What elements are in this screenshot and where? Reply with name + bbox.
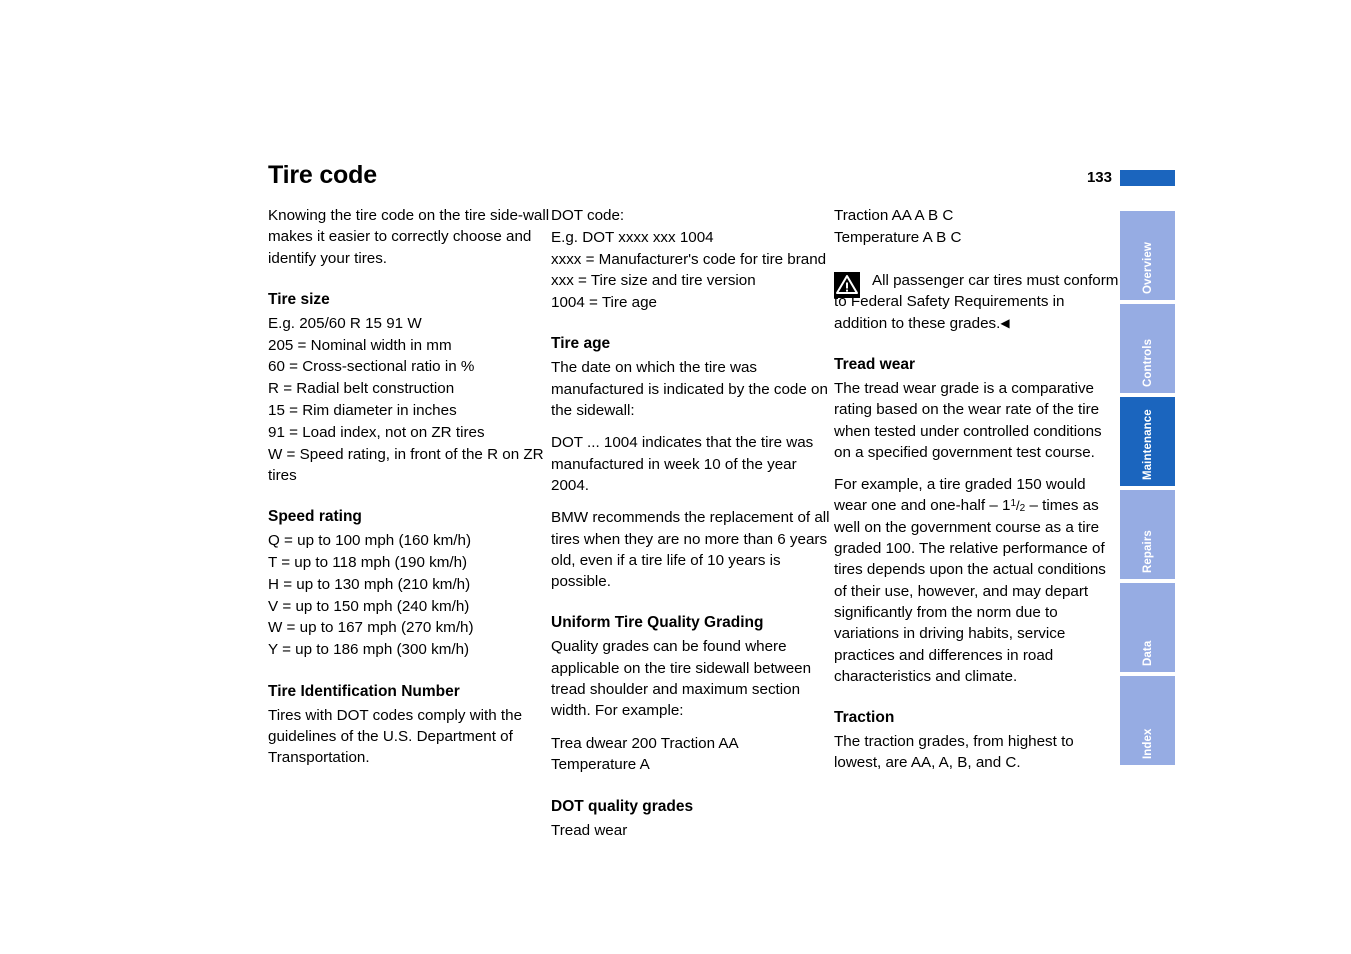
note-end-marker-icon: ◀ [1000, 315, 1010, 330]
utqg-example-line: Trea dwear 200 Traction AA [551, 734, 739, 752]
dot-code-line: xxxx = Manufacturer's code for tire bran… [551, 250, 827, 268]
content-column-1: Knowing the tire code on the tire side-w… [268, 205, 555, 768]
section-tab-rail: Overview Controls Maintenance Repairs Da… [1120, 211, 1175, 769]
intro-paragraph: Knowing the tire code on the tire side-w… [268, 207, 550, 267]
speed-rating-line: Y = up to 186 mph (300 km/h) [268, 641, 470, 659]
tab-overview-label: Overview [1141, 242, 1154, 294]
tab-maintenance[interactable]: Maintenance [1120, 397, 1175, 486]
heading-tire-identification-number: Tire Identification Number [268, 682, 460, 700]
tread-wear-text-after-fraction: – times as well on the government course… [834, 497, 1106, 685]
page-number: 133 [1086, 169, 1112, 186]
grades-line: Traction AA A B C [834, 207, 954, 224]
utqg-paragraph: Quality grades can be found where applic… [551, 638, 812, 720]
heading-tire-age: Tire age [551, 335, 611, 353]
tab-overview[interactable]: Overview [1120, 211, 1175, 300]
heading-dot-quality-grades: DOT quality grades [551, 797, 694, 815]
tab-repairs-label: Repairs [1141, 530, 1154, 573]
tab-index-label: Index [1141, 728, 1154, 759]
heading-tire-size: Tire size [268, 290, 330, 308]
warning-note-text: All passenger car tires must conform to … [834, 270, 1121, 334]
heading-speed-rating: Speed rating [268, 508, 362, 526]
warning-triangle-icon [834, 272, 860, 299]
tire-age-paragraph: BMW recommends the replacement of all ti… [551, 509, 830, 591]
dot-code-line: xxx = Tire size and tire version [551, 272, 756, 290]
speed-rating-line: V = up to 150 mph (240 km/h) [268, 597, 470, 615]
dot-quality-grades-line: Tread wear [551, 821, 628, 839]
speed-rating-line: H = up to 130 mph (210 km/h) [268, 575, 471, 593]
manual-page: Tire code 133 Knowing the tire code on t… [0, 0, 1351, 954]
tire-age-paragraph: DOT ... 1004 indicates that the tire was… [551, 434, 814, 494]
tire-size-line: W = Speed rating, in front of the R on Z… [268, 445, 544, 484]
page-number-accent-bar [1120, 170, 1175, 186]
heading-tread-wear: Tread wear [834, 355, 915, 373]
warning-note: All passenger car tires must conform to … [834, 270, 1121, 334]
dot-code-line: E.g. DOT xxxx xxx 1004 [551, 228, 714, 246]
fraction-denominator: 2 [1019, 503, 1026, 515]
tire-age-paragraph: The date on which the tire was manufactu… [551, 359, 828, 420]
content-column-2: DOT code: E.g. DOT xxxx xxx 1004 xxxx = … [551, 205, 838, 841]
tab-data[interactable]: Data [1120, 583, 1175, 672]
tread-wear-paragraph: The tread wear grade is a comparative ra… [834, 379, 1102, 461]
speed-rating-line: T = up to 118 mph (190 km/h) [268, 554, 468, 572]
tab-maintenance-label: Maintenance [1141, 409, 1154, 480]
content-column-3: Traction AA A B C Temperature A B C All … [834, 205, 1121, 774]
tab-repairs[interactable]: Repairs [1120, 490, 1175, 579]
dot-code-line: 1004 = Tire age [551, 294, 657, 312]
tab-data-label: Data [1141, 640, 1154, 666]
page-title: Tire code [268, 161, 377, 189]
warning-note-body: All passenger car tires must conform to … [834, 272, 1119, 332]
tire-size-line: R = Radial belt construction [268, 380, 455, 398]
tread-wear-paragraph-with-fraction: For example, a tire graded 150 would wea… [834, 474, 1121, 687]
one-half-fraction: 1/2 [1010, 495, 1025, 516]
heading-traction: Traction [834, 709, 895, 727]
tire-size-line: 91 = Load index, not on ZR tires [268, 423, 485, 441]
heading-uniform-tire-quality-grading: Uniform Tire Quality Grading [551, 614, 764, 632]
tab-controls-label: Controls [1141, 338, 1154, 387]
dot-code-line: DOT code: [551, 207, 625, 224]
traction-body: The traction grades, from highest to low… [834, 733, 1074, 772]
tire-size-line: E.g. 205/60 R 15 91 W [268, 314, 422, 332]
speed-rating-line: Q = up to 100 mph (160 km/h) [268, 532, 472, 550]
speed-rating-line: W = up to 167 mph (270 km/h) [268, 619, 474, 637]
utqg-example-line: Temperature A [551, 756, 650, 774]
tab-controls[interactable]: Controls [1120, 304, 1175, 393]
tire-identification-number-body: Tires with DOT codes comply with the gui… [268, 706, 523, 767]
tire-size-line: 15 = Rim diameter in inches [268, 402, 457, 420]
tab-index[interactable]: Index [1120, 676, 1175, 765]
tire-size-line: 60 = Cross-sectional ratio in % [268, 358, 475, 376]
grades-line: Temperature A B C [834, 228, 962, 246]
tire-size-line: 205 = Nominal width in mm [268, 336, 452, 354]
